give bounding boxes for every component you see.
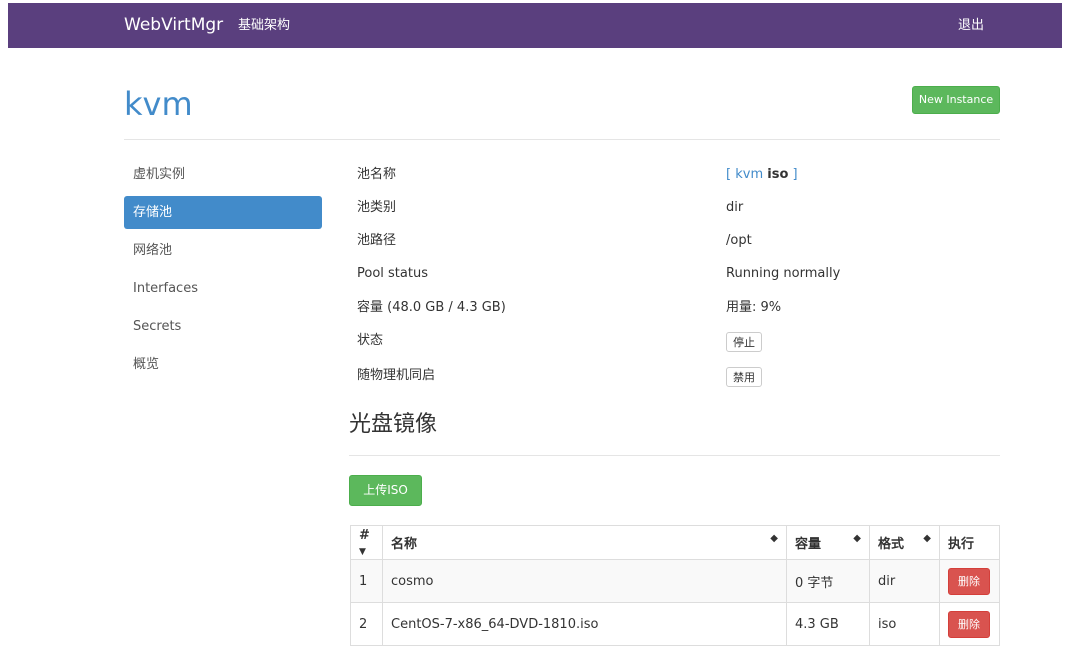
sidebar-item-networks[interactable]: 网络池 <box>124 234 322 267</box>
table-row: 2 CentOS-7-x86_64-DVD-1810.iso 4.3 GB is… <box>350 602 1000 646</box>
pool-name-value: [ kvm iso ] <box>726 166 798 184</box>
sidebar-item-storage[interactable]: 存储池 <box>124 196 322 229</box>
cell-name: cosmo <box>382 559 787 603</box>
sidebar-item-secrets[interactable]: Secrets <box>124 310 322 343</box>
stop-pool-button[interactable]: 停止 <box>726 332 762 352</box>
col-header-size-label: 容量 <box>795 537 822 552</box>
disable-autostart-button[interactable]: 禁用 <box>726 367 762 387</box>
sidebar-item-interfaces[interactable]: Interfaces <box>124 272 322 305</box>
pool-state-label: 状态 <box>357 333 384 348</box>
cell-size: 0 字节 <box>786 559 870 603</box>
col-header-name[interactable]: 名称 ◆ <box>382 525 787 560</box>
pool-status-label: Pool status <box>357 266 428 281</box>
iso-section-title: 光盘镜像 <box>349 412 438 437</box>
cell-action: 删除 <box>939 559 1000 603</box>
brand-link[interactable]: WebVirtMgr <box>124 3 223 48</box>
page-title: kvm <box>124 85 193 123</box>
table-row: 1 cosmo 0 字节 dir 删除 <box>350 559 1000 603</box>
upload-iso-button[interactable]: 上传ISO <box>349 475 422 506</box>
cell-name: CentOS-7-x86_64-DVD-1810.iso <box>382 602 787 646</box>
sort-icon: ◆ <box>923 533 931 544</box>
section-divider <box>349 455 1000 456</box>
pool-autostart-value: 禁用 <box>726 367 762 387</box>
pool-name-close: ] <box>788 167 798 182</box>
cell-format: iso <box>869 602 940 646</box>
col-header-index-label: # <box>359 527 370 543</box>
pool-path-value: /opt <box>726 233 752 248</box>
logout-link[interactable]: 退出 <box>958 3 984 48</box>
delete-button[interactable]: 删除 <box>948 610 990 638</box>
pool-state-value: 停止 <box>726 332 762 352</box>
pool-type-value: dir <box>726 200 744 215</box>
col-header-name-label: 名称 <box>391 537 418 552</box>
pool-type-label: 池类别 <box>357 200 397 215</box>
cell-format: dir <box>869 559 940 603</box>
col-header-format-label: 格式 <box>878 537 905 552</box>
pool-autostart-label: 随物理机同启 <box>357 368 436 383</box>
sort-icon: ◆ <box>853 533 861 544</box>
top-navbar: WebVirtMgr 基础架构 退出 <box>8 3 1062 48</box>
sort-desc-icon: ▼ <box>359 546 366 557</box>
delete-button[interactable]: 删除 <box>948 567 990 595</box>
col-header-format[interactable]: 格式 ◆ <box>869 525 940 560</box>
pool-status-value: Running normally <box>726 266 841 281</box>
cell-index: 2 <box>350 602 383 646</box>
sort-icon: ◆ <box>770 533 778 544</box>
pool-current-iso: iso <box>767 167 789 182</box>
sidebar-item-overview[interactable]: 概览 <box>124 348 322 381</box>
table-header-row: # ▼ 名称 ◆ 容量 ◆ 格式 ◆ 执行 <box>350 525 1000 560</box>
iso-table: # ▼ 名称 ◆ 容量 ◆ 格式 ◆ 执行 1 cosmo 0 字节 dir 删除 2… <box>350 525 1000 646</box>
new-instance-button[interactable]: New Instance <box>912 86 1000 114</box>
pool-name-label: 池名称 <box>357 167 397 182</box>
col-header-index[interactable]: # ▼ <box>350 525 383 560</box>
sidebar-item-instances[interactable]: 虚机实例 <box>124 158 322 191</box>
pool-capacity-label: 容量 (48.0 GB / 4.3 GB) <box>357 300 506 315</box>
nav-infrastructure-link[interactable]: 基础架构 <box>238 3 290 48</box>
cell-index: 1 <box>350 559 383 603</box>
cell-action: 删除 <box>939 602 1000 646</box>
pool-name-open: [ <box>726 167 736 182</box>
pool-usage-value: 用量: 9% <box>726 300 782 315</box>
col-header-action: 执行 <box>939 525 1000 560</box>
pool-link-kvm[interactable]: kvm <box>735 167 763 182</box>
pool-path-label: 池路径 <box>357 233 397 248</box>
cell-size: 4.3 GB <box>786 602 870 646</box>
col-header-size[interactable]: 容量 ◆ <box>786 525 870 560</box>
title-divider <box>124 139 1000 140</box>
